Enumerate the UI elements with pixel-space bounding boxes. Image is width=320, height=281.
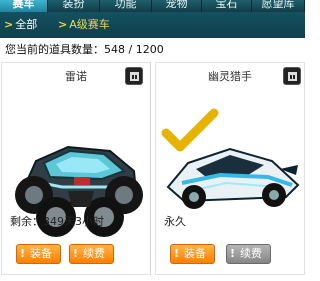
filter-a-class-label: A级赛车 (69, 18, 110, 31)
renew-label: 续费 (83, 247, 105, 260)
renew-label: 续费 (240, 247, 262, 260)
trash-icon[interactable] (125, 67, 143, 85)
car-card: 雷诺 剩余：349天3小时 ! 装备 ! 续费 (1, 62, 151, 275)
car-card: 幽灵猎手 永久 ! 装备 ! 续费 (155, 62, 305, 275)
tab-cars[interactable]: 赛车 (0, 0, 48, 12)
tab-gem[interactable]: 宝石 (202, 0, 252, 12)
remaining-time: 永久 (164, 215, 186, 228)
chevron-right-icon: > (4, 18, 14, 31)
checkmark-icon (161, 108, 219, 152)
renew-button[interactable]: ! 续费 (69, 244, 114, 264)
trash-icon[interactable] (283, 67, 301, 85)
filter-bar: > 全部 > A级赛车 (0, 12, 305, 38)
remaining-time: 剩余：349天3小时 (10, 215, 104, 228)
renew-button-disabled: ! 续费 (226, 244, 271, 264)
exclamation-icon: ! (174, 247, 180, 260)
exclamation-icon: ! (73, 247, 79, 260)
exclamation-icon: ! (20, 247, 26, 260)
tab-function[interactable]: 功能 (100, 0, 152, 12)
app-root: 赛车 装扮 功能 宠物 宝石 愿望库 > 全部 > A级赛车 您当前的道具数量：… (0, 0, 305, 281)
car-name: 幽灵猎手 (208, 70, 252, 83)
equip-label: 装备 (184, 247, 206, 260)
car-image-monster-truck (15, 145, 143, 237)
tab-outfit[interactable]: 装扮 (48, 0, 100, 12)
equip-button[interactable]: ! 装备 (16, 244, 61, 264)
tab-pet[interactable]: 宠物 (152, 0, 202, 12)
car-image-sports-car (161, 108, 300, 209)
equip-label: 装备 (30, 247, 52, 260)
chevron-right-icon: > (58, 18, 68, 31)
exclamation-icon: ! (230, 247, 236, 260)
equip-button[interactable]: ! 装备 (170, 244, 215, 264)
inventory-count: 您当前的道具数量：548 / 1200 (5, 43, 164, 56)
tab-wishlist[interactable]: 愿望库 (252, 0, 305, 12)
filter-all-label: 全部 (15, 18, 38, 31)
category-tabs: 赛车 装扮 功能 宠物 宝石 愿望库 (0, 0, 305, 12)
filter-a-class[interactable]: > A级赛车 (58, 17, 110, 32)
filter-all[interactable]: > 全部 (4, 17, 37, 32)
